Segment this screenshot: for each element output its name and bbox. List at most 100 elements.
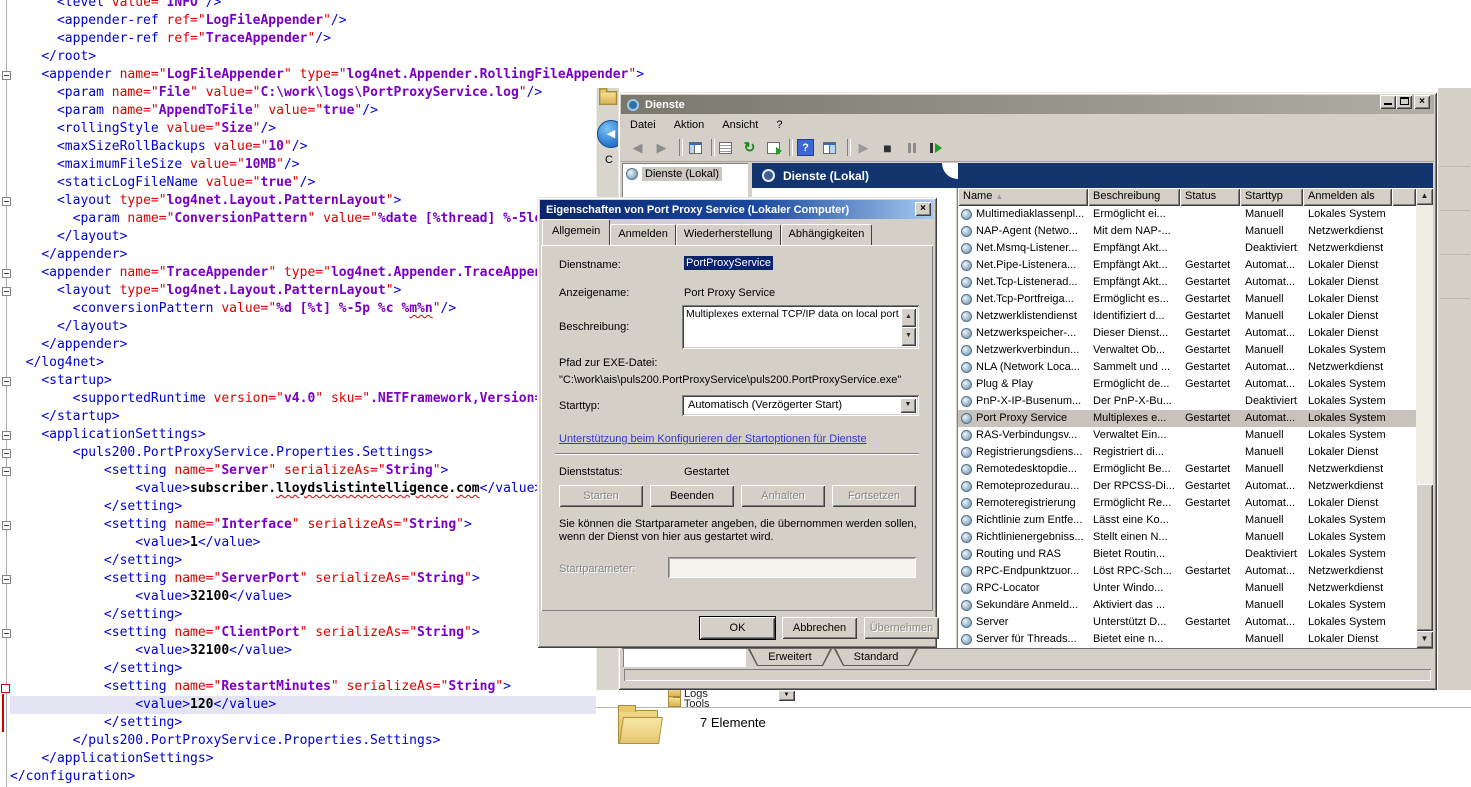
service-row[interactable]: RPC-LocatorUnter Windo...ManuellNetzwerk… — [958, 580, 1416, 597]
forward-icon[interactable] — [653, 139, 670, 156]
fold-toggle-icon[interactable] — [2, 431, 11, 440]
starttyp-combobox[interactable]: Automatisch (Verzögerter Start) ▼ — [682, 395, 919, 416]
dialog-tab-allgemein[interactable]: Allgemein — [542, 219, 610, 245]
service-gear-icon — [961, 447, 972, 458]
service-row[interactable]: Richtlinienergebniss...Stellt einen N...… — [958, 529, 1416, 546]
dialog-title-bar[interactable]: Eigenschaften von Port Proxy Service (Lo… — [540, 200, 934, 219]
service-row[interactable]: Remoteprozedurau...Der RPCSS-Di...Gestar… — [958, 478, 1416, 495]
ok-button[interactable]: OK — [700, 617, 775, 639]
starten-button: Starten — [559, 485, 643, 507]
service-row[interactable]: Multimediaklassenpl...Ermöglicht ei...Ma… — [958, 206, 1416, 223]
service-row[interactable]: RAS-Verbindungsv...Verwaltet Ein...Manue… — [958, 427, 1416, 444]
fold-toggle-icon[interactable] — [2, 269, 11, 278]
service-gear-icon — [961, 481, 972, 492]
back-icon[interactable] — [629, 139, 646, 156]
fold-toggle-icon[interactable] — [2, 377, 11, 386]
properties-icon[interactable] — [717, 139, 734, 156]
fold-toggle-icon[interactable] — [2, 287, 11, 296]
service-row[interactable]: NLA (Network Loca...Sammelt und ...Gesta… — [958, 359, 1416, 376]
service-row[interactable]: NetzwerklistendienstIdentifiziert d...Ge… — [958, 308, 1416, 325]
service-gear-icon — [961, 549, 972, 560]
fold-toggle-icon[interactable] — [2, 467, 11, 476]
service-gear-icon — [961, 277, 972, 288]
changed-line-marker — [1, 684, 10, 693]
menu-item-datei[interactable]: Datei — [621, 119, 665, 131]
column-header-status[interactable]: Status — [1180, 188, 1240, 206]
column-header-name[interactable]: Name ▲ — [958, 188, 1088, 206]
service-row[interactable]: Routing und RASBietet Routin...Deaktivie… — [958, 546, 1416, 563]
service-row[interactable]: Remotedesktopdie...Ermöglicht Be...Gesta… — [958, 461, 1416, 478]
services-title-bar[interactable]: Dienste — [621, 95, 1434, 114]
pause-service-icon[interactable] — [903, 139, 920, 156]
fold-toggle-icon[interactable] — [2, 521, 11, 530]
menu-item-ansicht[interactable]: Ansicht — [713, 119, 767, 131]
menu-item-aktion[interactable]: Aktion — [665, 119, 714, 131]
service-row[interactable]: Sekundäre Anmeld...Aktiviert das ...Manu… — [958, 597, 1416, 614]
refresh-icon[interactable] — [741, 139, 758, 156]
service-row[interactable]: Net.Tcp-Portfreiga...Ermöglicht es...Ges… — [958, 291, 1416, 308]
column-header-starttyp[interactable]: Starttyp — [1240, 188, 1303, 206]
service-row[interactable]: PnP-X-IP-Busenum...Der PnP-X-Bu...Deakti… — [958, 393, 1416, 410]
service-row[interactable]: ServerUnterstützt D...GestartetAutomat..… — [958, 614, 1416, 631]
dialog-close-button[interactable]: × — [915, 202, 931, 216]
tree-gear-icon — [626, 168, 638, 180]
service-row[interactable]: Net.Tcp-Listenerad...Empfängt Akt...Gest… — [958, 274, 1416, 291]
close-button[interactable]: × — [1414, 95, 1430, 109]
tree-item-dienste-lokal[interactable]: Dienste (Lokal) — [626, 167, 722, 181]
fold-toggle-icon[interactable] — [2, 629, 11, 638]
service-row[interactable]: Netzwerkspeicher-...Dieser Dienst...Gest… — [958, 325, 1416, 342]
maximize-button[interactable] — [1396, 95, 1412, 109]
beenden-button[interactable]: Beenden — [650, 485, 734, 507]
service-row[interactable]: Net.Msmq-Listener...Empfängt Akt...Deakt… — [958, 240, 1416, 257]
fold-toggle-icon[interactable] — [2, 197, 11, 206]
service-gear-icon — [961, 260, 972, 271]
extended-view-icon[interactable] — [821, 139, 838, 156]
fold-toggle-icon[interactable] — [2, 575, 11, 584]
service-gear-icon — [961, 583, 972, 594]
service-row[interactable]: RemoteregistrierungErmöglicht Re...Gesta… — [958, 495, 1416, 512]
abbrechen-button[interactable]: Abbrechen — [782, 617, 857, 639]
column-header-beschreibung[interactable]: Beschreibung — [1088, 188, 1180, 206]
view-tab-standard[interactable]: Standard — [834, 649, 918, 666]
dienstname-value[interactable]: PortProxyService — [684, 256, 773, 270]
scroll-down-button[interactable]: ▼ — [1416, 631, 1433, 648]
services-list-scrollbar[interactable]: ▲ ▼ — [1416, 188, 1433, 648]
dialog-tab-wiederherstellung[interactable]: Wiederherstellung — [676, 224, 781, 245]
service-row[interactable]: Richtlinie zum Entfe...Lässt eine Ko...M… — [958, 512, 1416, 529]
start-service-icon[interactable] — [855, 139, 872, 156]
combo-dropdown-icon[interactable]: ▼ — [900, 398, 916, 413]
view-tab-erweitert[interactable]: Erweitert — [748, 649, 832, 666]
scrollbar-thumb[interactable] — [1416, 484, 1433, 631]
stop-service-icon[interactable] — [879, 139, 896, 156]
description-scroll-down-icon[interactable]: ▼ — [901, 327, 916, 346]
help-icon[interactable] — [797, 139, 814, 156]
service-row[interactable]: RPC-Endpunktzuor...Löst RPC-Sch...Gestar… — [958, 563, 1416, 580]
fold-toggle-icon[interactable] — [2, 449, 11, 458]
beschreibung-textarea[interactable]: Multiplexes external TCP/IP data on loca… — [682, 305, 919, 349]
dialog-general-tab-panel: Dienstname: PortProxyService Anzeigename… — [541, 245, 933, 611]
startoptions-help-link[interactable]: Unterstützung beim Konfigurieren der Sta… — [559, 433, 867, 445]
show-console-tree-icon[interactable] — [687, 139, 704, 156]
restart-service-icon[interactable] — [927, 139, 944, 156]
service-row[interactable]: Plug & PlayErmöglicht de...GestartetAuto… — [958, 376, 1416, 393]
dialog-tab-abhngigkeiten[interactable]: Abhängigkeiten — [781, 224, 873, 245]
fold-toggle-icon[interactable] — [2, 71, 11, 80]
dialog-tabs: AllgemeinAnmeldenWiederherstellungAbhäng… — [542, 218, 872, 245]
scroll-up-button[interactable]: ▲ — [1416, 188, 1433, 205]
service-row[interactable]: Port Proxy ServiceMultiplexes e...Gestar… — [958, 410, 1416, 427]
column-header-anmeldenals[interactable]: Anmelden als — [1303, 188, 1392, 206]
minimize-button[interactable] — [1380, 95, 1396, 109]
service-row[interactable]: Net.Pipe-Listenera...Empfängt Akt...Gest… — [958, 257, 1416, 274]
service-row[interactable]: Registrierungsdiens...Registriert di...M… — [958, 444, 1416, 461]
dialog-tab-anmelden[interactable]: Anmelden — [610, 224, 676, 245]
startparameter-input[interactable] — [668, 557, 916, 578]
background-window-edge — [1437, 88, 1471, 690]
service-row[interactable]: Netzwerkverbindun...Verwaltet Ob...Gesta… — [958, 342, 1416, 359]
service-row[interactable]: NAP-Agent (Netwo...Mit dem NAP-...Manuel… — [958, 223, 1416, 240]
description-scroll-up-icon[interactable]: ▲ — [901, 308, 916, 327]
dialog-title: Eigenschaften von Port Proxy Service (Lo… — [540, 204, 849, 216]
menu-item-?[interactable]: ? — [767, 119, 791, 131]
export-list-icon[interactable] — [765, 139, 782, 156]
service-row[interactable]: Server für Threads...Bietet eine n...Man… — [958, 631, 1416, 648]
explorer-combo-dropdown-button[interactable]: ▼ — [778, 690, 795, 701]
